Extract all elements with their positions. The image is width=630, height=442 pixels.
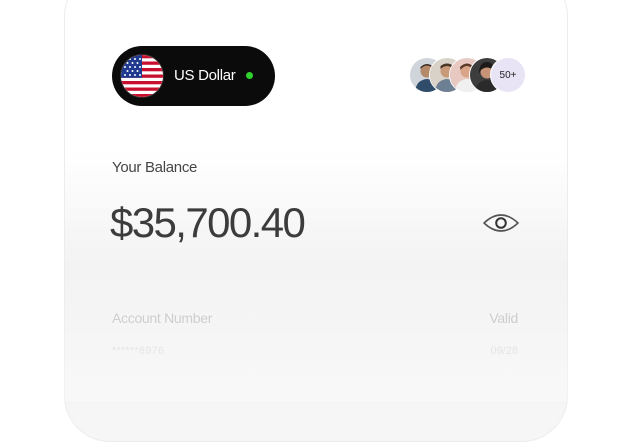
- member-avatars[interactable]: 50+: [409, 57, 526, 93]
- valid-label: Valid: [489, 310, 518, 326]
- toggle-balance-visibility-button[interactable]: [482, 208, 520, 238]
- status-indicator: [246, 72, 253, 79]
- account-number-value: ******8976: [112, 345, 165, 357]
- us-flag-icon: [121, 55, 163, 97]
- eye-icon: [483, 214, 519, 232]
- currency-label: US Dollar: [174, 67, 236, 84]
- more-members-badge[interactable]: 50+: [490, 57, 526, 93]
- account-number-label: Account Number: [112, 310, 213, 326]
- balance-label: Your Balance: [112, 159, 198, 176]
- balance-amount: $35,700.40: [110, 199, 306, 246]
- valid-date-value: 09/28: [490, 345, 518, 357]
- more-members-label: 50+: [499, 69, 517, 81]
